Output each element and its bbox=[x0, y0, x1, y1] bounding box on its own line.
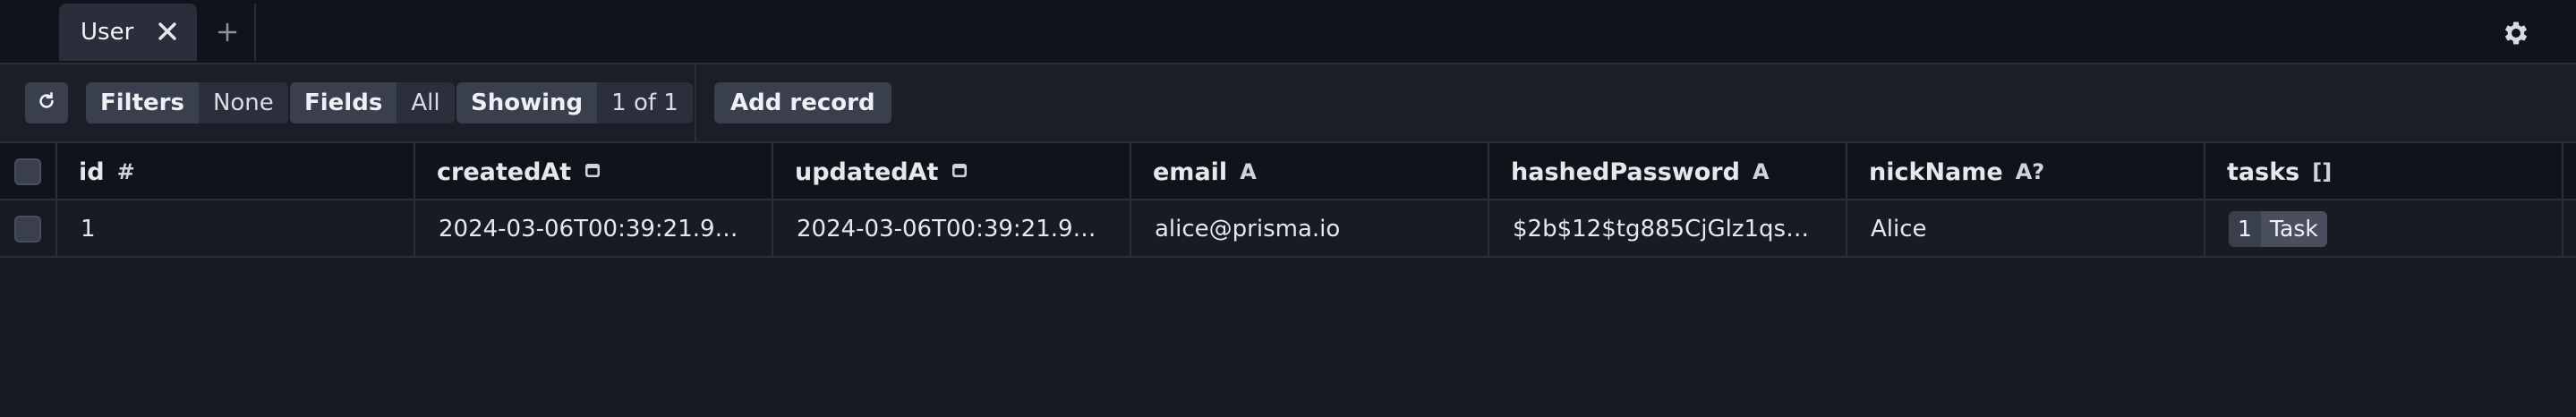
relation-count: 1 bbox=[2229, 211, 2261, 247]
filters-label: Filters bbox=[86, 82, 199, 123]
column-header-createdAt[interactable]: createdAt bbox=[415, 143, 773, 200]
toolbar-divider bbox=[695, 64, 696, 143]
cell-hashedPassword[interactable]: $2b$12$tg885CjGlz1qs… bbox=[1489, 200, 1847, 258]
empty-grid-area bbox=[0, 260, 2576, 417]
filters-value: None bbox=[198, 82, 288, 123]
toolbar: Filters None Fields All Showing 1 of 1 A… bbox=[0, 64, 2576, 143]
fields-button[interactable]: Fields All bbox=[290, 82, 455, 123]
row-select-checkbox[interactable] bbox=[14, 216, 41, 243]
column-name: id bbox=[79, 157, 105, 186]
table-row[interactable]: 1 2024-03-06T00:39:21.9… 2024-03-06T00:3… bbox=[0, 200, 2576, 258]
filters-button[interactable]: Filters None bbox=[86, 82, 288, 123]
column-name: createdAt bbox=[437, 157, 572, 186]
cell-email[interactable]: alice@prisma.io bbox=[1131, 200, 1489, 258]
column-header-id[interactable]: id # bbox=[57, 143, 415, 200]
cell-value: $2b$12$tg885CjGlz1qs… bbox=[1513, 216, 1810, 243]
calendar-icon bbox=[584, 159, 601, 184]
cell-value: 2024-03-06T00:39:21.9… bbox=[797, 216, 1096, 243]
refresh-icon bbox=[37, 91, 56, 115]
cell-nickName[interactable]: Alice bbox=[1847, 200, 2205, 258]
column-header-hashedPassword[interactable]: hashedPassword A bbox=[1489, 143, 1847, 200]
cell-createdAt[interactable]: 2024-03-06T00:39:21.9… bbox=[415, 200, 773, 258]
column-header-email[interactable]: email A bbox=[1131, 143, 1489, 200]
string-type-icon: A bbox=[1240, 159, 1257, 184]
column-name: nickName bbox=[1869, 157, 2003, 186]
optional-string-type-icon: A? bbox=[2015, 159, 2045, 184]
relation-label: Task bbox=[2260, 211, 2327, 247]
relation-badge[interactable]: 1 Task bbox=[2229, 211, 2327, 247]
refresh-button[interactable] bbox=[25, 82, 68, 123]
tab-divider bbox=[254, 4, 256, 61]
plus-icon[interactable] bbox=[209, 14, 245, 50]
cell-value: alice@prisma.io bbox=[1155, 216, 1341, 243]
fields-value: All bbox=[397, 82, 455, 123]
showing-label: Showing bbox=[456, 82, 598, 123]
data-grid: id # createdAt updatedAt email A hashedP… bbox=[0, 143, 2576, 258]
header-row: id # createdAt updatedAt email A hashedP… bbox=[0, 143, 2576, 200]
gear-icon[interactable] bbox=[2499, 16, 2533, 50]
row-select-cell bbox=[0, 200, 57, 258]
cell-updatedAt[interactable]: 2024-03-06T00:39:21.9… bbox=[773, 200, 1131, 258]
cell-id[interactable]: 1 bbox=[57, 200, 415, 258]
list-type-icon: [] bbox=[2312, 159, 2333, 184]
column-header-updatedAt[interactable]: updatedAt bbox=[773, 143, 1131, 200]
showing-value: 1 of 1 bbox=[597, 82, 693, 123]
tab-label: User bbox=[81, 19, 134, 46]
column-header-nickName[interactable]: nickName A? bbox=[1847, 143, 2205, 200]
number-type-icon: # bbox=[116, 159, 135, 184]
column-name: hashedPassword bbox=[1511, 157, 1740, 186]
cell-tasks[interactable]: 1 Task bbox=[2205, 200, 2563, 258]
select-all-checkbox[interactable] bbox=[14, 158, 41, 185]
cell-value: 1 bbox=[81, 216, 96, 243]
column-name: tasks bbox=[2227, 157, 2300, 186]
column-name: email bbox=[1153, 157, 1228, 186]
column-name: updatedAt bbox=[795, 157, 939, 186]
close-icon[interactable] bbox=[152, 16, 183, 47]
select-all-cell bbox=[0, 143, 57, 200]
string-type-icon: A bbox=[1752, 159, 1770, 184]
cell-value: Alice bbox=[1871, 216, 1927, 243]
tab-bar: User bbox=[0, 0, 2576, 64]
cell-value: 2024-03-06T00:39:21.9… bbox=[439, 216, 738, 243]
add-record-button[interactable]: Add record bbox=[714, 82, 891, 123]
column-header-tasks[interactable]: tasks [] bbox=[2205, 143, 2563, 200]
showing-button[interactable]: Showing 1 of 1 bbox=[456, 82, 693, 123]
tab-user[interactable]: User bbox=[59, 4, 197, 61]
calendar-icon bbox=[951, 159, 968, 184]
fields-label: Fields bbox=[290, 82, 397, 123]
